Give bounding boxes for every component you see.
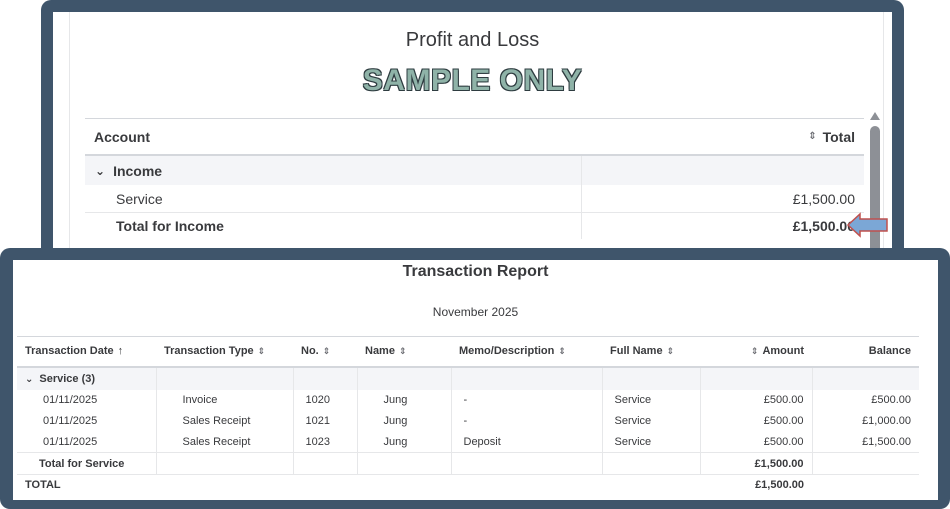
memo-cell: Deposit — [451, 431, 603, 453]
sort-icon[interactable]: ⇕ — [808, 131, 816, 142]
full-name-cell[interactable]: Service — [602, 389, 701, 411]
no-cell[interactable]: 1021 — [293, 410, 358, 432]
group-label: Service (3) — [39, 372, 96, 385]
grand-total-row: TOTAL £1,500.00 — [17, 474, 919, 496]
date-cell: 01/11/2025 — [17, 389, 157, 411]
total-row-income: Total for Income £1,500.00 — [85, 212, 864, 239]
profit-loss-table: Account ⇕ Total ⌄ Income Service £1,500.… — [85, 118, 864, 239]
column-header-total-label: Total — [822, 128, 855, 145]
full-name-cell[interactable]: Service — [602, 410, 701, 432]
column-header-name[interactable]: Name ⇕ — [357, 337, 451, 367]
sort-icon[interactable]: ⇕ — [258, 346, 266, 356]
sort-icon[interactable]: ⇕ — [667, 346, 675, 356]
table-row: Service £1,500.00 — [85, 185, 864, 212]
group-row-income[interactable]: ⌄ Income — [85, 156, 864, 185]
date-cell: 01/11/2025 — [17, 410, 157, 432]
memo-cell: - — [451, 389, 603, 411]
report-title: Profit and Loss — [405, 29, 540, 51]
column-header-balance[interactable]: Balance — [812, 337, 919, 367]
amount-cell[interactable]: £1,500.00 — [582, 185, 864, 212]
column-header-amount[interactable]: ⇕ Amount — [700, 337, 812, 367]
table-header: Account ⇕ Total — [85, 118, 864, 156]
profit-loss-report: Profit and Loss SAMPLE ONLY Account ⇕ To… — [53, 12, 892, 270]
profit-loss-panel: Profit and Loss SAMPLE ONLY Account ⇕ To… — [41, 0, 904, 270]
sample-watermark: SAMPLE ONLY — [362, 64, 583, 97]
balance-cell: £500.00 — [871, 394, 911, 406]
amount-cell: £500.00 — [700, 431, 813, 453]
sort-icon[interactable]: ⇕ — [751, 346, 759, 356]
amount-cell: £500.00 — [700, 389, 813, 411]
column-header-account[interactable]: Account — [85, 129, 150, 145]
group-total-label: Total for Service — [17, 452, 157, 475]
grand-total-label: TOTAL — [25, 479, 61, 492]
date-cell: 01/11/2025 — [17, 431, 157, 453]
type-cell[interactable]: Invoice — [156, 389, 294, 411]
total-amount[interactable]: £1,500.00 — [582, 213, 864, 239]
name-cell[interactable]: Jung — [357, 389, 452, 411]
group-total-amount: £1,500.00 — [700, 452, 813, 475]
balance-cell: £1,500.00 — [862, 435, 911, 448]
report-period: November 2025 — [432, 305, 519, 319]
total-row-service: Total for Service £1,500.00 — [17, 452, 919, 475]
transaction-report-panel: Transaction Report November 2025 Transac… — [0, 248, 950, 509]
transaction-table: Transaction Date ↑ Transaction Type ⇕ No. ⇕… — [17, 336, 919, 496]
no-cell[interactable]: 1020 — [293, 389, 358, 411]
name-cell[interactable]: Jung — [357, 410, 452, 432]
no-cell[interactable]: 1023 — [293, 431, 358, 453]
arrow-up-icon[interactable]: ↑ — [118, 345, 124, 357]
type-cell[interactable]: Sales Receipt — [156, 410, 294, 432]
memo-cell: - — [451, 410, 603, 432]
chevron-down-icon[interactable]: ⌄ — [95, 164, 105, 178]
column-header-memo[interactable]: Memo/Description ⇕ — [451, 337, 602, 367]
table-header: Transaction Date ↑ Transaction Type ⇕ No. ⇕… — [17, 336, 919, 367]
group-row-service[interactable]: ⌄ Service (3) — [17, 366, 919, 390]
scroll-up-icon[interactable] — [870, 112, 880, 120]
grand-total-amount: £1,500.00 — [755, 479, 804, 492]
column-header-type[interactable]: Transaction Type ⇕ — [156, 337, 293, 367]
type-cell[interactable]: Sales Receipt — [156, 431, 294, 453]
amount-cell: £500.00 — [700, 410, 813, 432]
sort-icon[interactable]: ⇕ — [323, 346, 331, 356]
sort-icon[interactable]: ⇕ — [399, 346, 407, 356]
transaction-report: Transaction Report November 2025 Transac… — [13, 260, 938, 500]
column-header-total[interactable]: ⇕ Total — [808, 129, 864, 145]
group-label: Income — [113, 162, 163, 179]
balance-cell: £1,000.00 — [862, 415, 911, 427]
full-name-cell[interactable]: Service — [602, 431, 701, 453]
account-cell[interactable]: Service — [85, 185, 582, 212]
report-title: Transaction Report — [402, 263, 549, 280]
column-header-full-name[interactable]: Full Name ⇕ — [602, 337, 700, 367]
name-cell[interactable]: Jung — [357, 431, 452, 453]
scroll-thumb[interactable] — [870, 126, 880, 266]
chevron-down-icon[interactable]: ⌄ — [25, 374, 33, 385]
total-label: Total for Income — [85, 213, 582, 239]
column-header-no[interactable]: No. ⇕ — [293, 337, 357, 367]
table-row: 01/11/2025 Invoice 1020 Jung - Service £… — [17, 389, 919, 411]
table-row: 01/11/2025 Sales Receipt 1023 Jung Depos… — [17, 431, 919, 453]
sort-icon[interactable]: ⇕ — [558, 346, 566, 356]
table-row: 01/11/2025 Sales Receipt 1021 Jung - Ser… — [17, 410, 919, 432]
arrow-left-callout-icon — [846, 212, 888, 238]
column-header-date[interactable]: Transaction Date ↑ — [17, 337, 156, 367]
